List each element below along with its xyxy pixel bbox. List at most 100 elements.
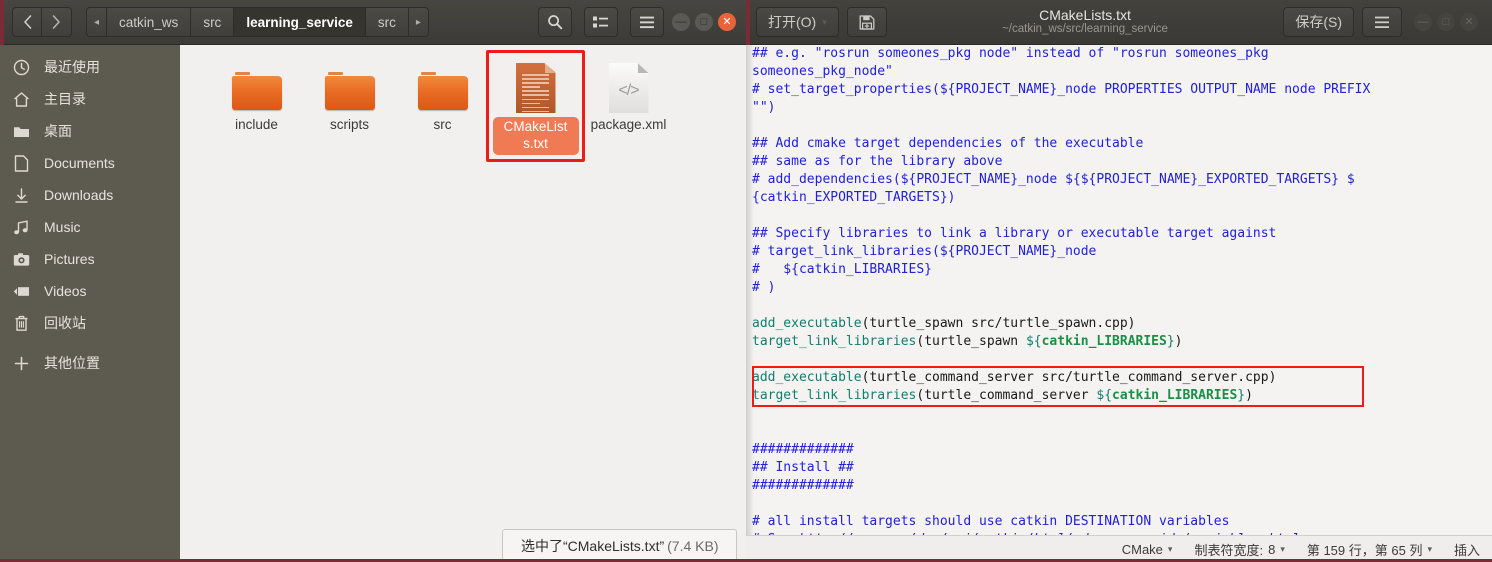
breadcrumb-item-learning-service[interactable]: learning_service [234,7,366,37]
file-item-src[interactable]: src [396,55,489,155]
search-button[interactable] [538,7,572,37]
code-line: # add_dependencies(${PROJECT_NAME}_node … [752,172,1355,187]
sidebar-item-pictures[interactable]: Pictures [0,243,180,275]
folder-icon [323,61,377,113]
code-line: ## Specify libraries to link a library o… [752,226,1277,241]
sidebar-item-label: 主目录 [44,91,86,107]
breadcrumb-item-catkin-ws[interactable]: catkin_ws [107,7,192,37]
close-button[interactable]: ✕ [1460,13,1478,31]
sidebar-item-documents[interactable]: Documents [0,147,180,179]
page-title: CMakeLists.txt [1039,7,1131,24]
desktop-screen: ◂ catkin_ws src learning_service src ▸ —… [0,0,1492,562]
camera-icon [12,250,30,268]
code-line: "") [752,100,776,115]
file-manager-window: ◂ catkin_ws src learning_service src ▸ —… [0,0,746,562]
maximize-button[interactable]: □ [1437,13,1455,31]
save-button-label: 保存(S) [1295,14,1342,30]
code-line: target_link_libraries(turtle_command_ser… [752,388,1253,403]
back-button[interactable] [12,7,42,37]
sidebar-item-recent[interactable]: 最近使用 [0,51,180,83]
file-item-scripts[interactable]: scripts [303,55,396,155]
file-manager-body: 最近使用 主目录 桌面 Documents Downloads Music Pi… [0,45,746,562]
file-manager-status-bar: 选中了“CMakeLists.txt” (7.4 KB) [502,529,738,562]
file-item-include[interactable]: include [210,55,303,155]
sidebar-item-downloads[interactable]: Downloads [0,179,180,211]
sidebar-item-music[interactable]: Music [0,211,180,243]
xml-document-icon: </> [602,61,656,113]
file-manager-window-controls: — □ ✕ [672,13,736,31]
source-code-text[interactable]: ## e.g. "rosrun someones_pkg node" inste… [752,45,1492,535]
status-insert-mode[interactable]: 插入 [1454,540,1480,559]
download-icon [12,186,30,204]
code-line: {catkin_EXPORTED_TARGETS}) [752,190,956,205]
breadcrumb-item-src-2[interactable]: src [365,7,409,37]
editor-text-area[interactable]: ## e.g. "rosrun someones_pkg node" inste… [746,45,1492,535]
editor-status-bar: CMake ▾ 制表符宽度: 8 ▾ 第 159 行，第 65 列 ▾ 插入 [746,535,1492,562]
status-tab-width[interactable]: 制表符宽度: 8 ▾ [1194,540,1284,559]
editor-window-controls: — □ ✕ [1414,13,1478,31]
open-button[interactable]: 打开(O) ▾ [756,7,839,37]
sidebar-item-other-locations[interactable]: 其他位置 [0,347,180,379]
folder-icon [416,61,470,113]
maximize-button[interactable]: □ [695,13,713,31]
code-line: target_link_libraries(turtle_spawn ${cat… [752,334,1183,349]
status-language-label: CMake [1121,541,1163,557]
code-line: add_executable(turtle_spawn src/turtle_s… [752,316,1136,331]
close-button[interactable]: ✕ [718,13,736,31]
chevron-left-icon [23,15,31,29]
chevron-down-icon: ▾ [1280,543,1285,554]
status-tab-width-value: 8 [1268,541,1276,557]
file-manager-toolbar: ◂ catkin_ws src learning_service src ▸ —… [0,0,746,45]
view-options-button[interactable] [584,7,618,37]
code-line: ## same as for the library above [752,154,1003,169]
sidebar-item-desktop[interactable]: 桌面 [0,115,180,147]
breadcrumb: ◂ catkin_ws src learning_service src ▸ [86,7,429,37]
file-item-label: scripts [329,117,369,132]
minimize-button[interactable]: — [672,13,690,31]
save-button[interactable]: 保存(S) [1283,7,1354,37]
folder-icon [12,122,30,140]
breadcrumb-scroll-left[interactable]: ◂ [86,7,108,37]
file-manager-tool-buttons [532,7,664,37]
code-line: # all install targets should use catkin … [752,514,1230,529]
editor-header-bar: 打开(O) ▾ CMakeLists.txt ~/catkin_ws/src/l… [746,0,1492,45]
trash-icon [12,314,30,332]
search-icon [548,15,563,30]
status-tab-width-label: 制表符宽度: [1194,542,1264,558]
sidebar-item-trash[interactable]: 回收站 [0,307,180,339]
sidebar-item-videos[interactable]: Videos [0,275,180,307]
forward-button[interactable] [42,7,72,37]
status-language[interactable]: CMake ▾ [1122,542,1173,557]
status-insert-mode-label: 插入 [1453,542,1480,558]
breadcrumb-item-src[interactable]: src [191,7,235,37]
editor-menu-button[interactable] [1362,7,1402,37]
breadcrumb-scroll-right[interactable]: ▸ [408,7,429,37]
file-item-cmakelists[interactable]: CMakeLists.txt [486,50,585,162]
file-list-area[interactable]: include scripts src CMakeLists.txt </> p… [180,45,746,562]
chevron-down-icon: ▾ [1427,543,1432,554]
navigation-buttons [12,7,72,37]
code-line: ############# [752,442,854,457]
clock-icon [12,58,30,76]
menu-button[interactable] [630,7,664,37]
code-line: # target_link_libraries(${PROJECT_NAME}_… [752,244,1097,259]
editor-title-block: CMakeLists.txt ~/catkin_ws/src/learning_… [887,7,1284,36]
plus-icon [12,354,30,372]
file-item-label: package.xml [590,117,667,132]
file-item-package-xml[interactable]: </> package.xml [582,55,675,155]
sidebar-item-label: Music [44,219,81,235]
file-item-label: src [433,117,452,132]
save-as-button[interactable] [846,7,887,37]
sidebar-item-home[interactable]: 主目录 [0,83,180,115]
minimize-button[interactable]: — [1414,13,1432,31]
sidebar-item-label: 最近使用 [44,59,100,75]
sidebar-separator [0,339,180,347]
chevron-down-icon: ▾ [1167,543,1173,554]
status-cursor-position[interactable]: 第 159 行，第 65 列 ▾ [1307,540,1432,559]
file-icon-grid: include scripts src CMakeLists.txt </> p… [180,45,746,165]
sidebar-item-label: 其他位置 [44,355,100,371]
sidebar-item-label: Pictures [44,251,95,267]
